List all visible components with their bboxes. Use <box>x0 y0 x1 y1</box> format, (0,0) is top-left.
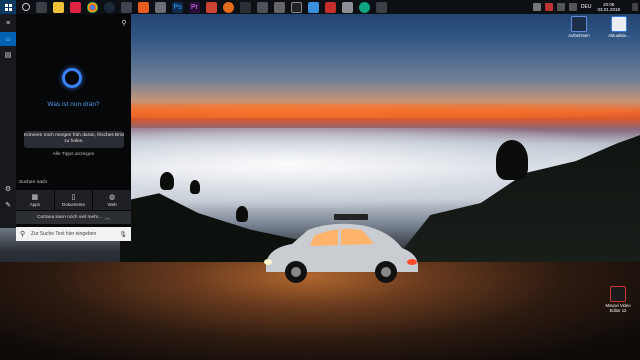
filter-label: Apps <box>29 202 40 207</box>
search-input[interactable] <box>28 231 120 237</box>
terminal-icon[interactable] <box>240 1 251 13</box>
capture-icon[interactable] <box>291 1 302 13</box>
app-icon[interactable] <box>325 1 336 13</box>
controller-icon[interactable] <box>274 1 285 13</box>
notification-icon[interactable] <box>632 3 638 11</box>
windows-icon <box>4 3 12 11</box>
feedback-icon[interactable]: ✎ <box>0 198 16 212</box>
filter-label: Dokumente <box>62 202 86 207</box>
search-icon: ⚲ <box>20 231 26 238</box>
start-button[interactable] <box>0 0 16 14</box>
cortana-search-icon[interactable] <box>22 3 30 11</box>
filter-apps[interactable]: ▦ Apps <box>16 190 54 210</box>
tree <box>496 140 528 180</box>
desktop-icon-aufnehmen[interactable]: Aufnehmen <box>566 16 592 38</box>
more-label: Cortana kann noch viel mehr... <box>37 215 103 220</box>
network-icon[interactable] <box>556 3 565 11</box>
recorder-icon <box>571 16 587 32</box>
tray-icon[interactable] <box>532 3 541 11</box>
vw-beetle-car <box>264 214 418 283</box>
monitor-icon[interactable] <box>121 1 132 13</box>
game-icon[interactable] <box>257 1 268 13</box>
desktop-icon-update[interactable]: Aktualisie... <box>606 16 632 38</box>
language-indicator[interactable]: DEU <box>581 4 592 10</box>
steam-icon[interactable] <box>104 1 115 13</box>
all-tips-link[interactable]: Alle Tipps anzeigen <box>16 152 131 157</box>
notebook-icon[interactable]: ▤ <box>0 48 16 62</box>
app-icon[interactable] <box>376 1 387 13</box>
audio-icon[interactable] <box>155 1 166 13</box>
search-box: ⚲ 🎙 <box>16 227 131 241</box>
settings-icon[interactable] <box>308 1 319 13</box>
reminder-suggestion[interactable]: Erinnere mich morgen früh daran, frische… <box>24 131 124 148</box>
browser-icon[interactable] <box>223 1 234 13</box>
photoshop-icon[interactable]: Ps <box>172 1 183 13</box>
desktop-icon-label: Aktualisie... <box>608 33 630 38</box>
filter-documents[interactable]: ▯ Dokumente <box>54 190 93 210</box>
tree <box>190 180 200 194</box>
globe-icon: ◍ <box>109 194 116 201</box>
tree <box>236 206 248 222</box>
cortana-more-button[interactable]: Cortana kann noch viel mehr... ︿ <box>16 211 131 224</box>
filter-label: Web <box>107 202 117 207</box>
cortana-panel: ≡ ⌂ ▤ ⚙ ✎ ⚲ Was ist nun dran? Erinnere m… <box>0 14 132 241</box>
movavi-icon <box>610 286 626 302</box>
app-icon[interactable] <box>342 1 353 13</box>
filter-web[interactable]: ◍ Web <box>93 190 132 210</box>
apps-icon: ▦ <box>31 194 39 201</box>
system-tray: DEU 20:05 03.01.2018 <box>532 0 640 14</box>
desktop-icon-label: Aufnehmen <box>568 33 590 38</box>
cortana-heading: Was ist nun dran? <box>47 101 100 108</box>
pin-icon[interactable]: ⚲ <box>116 16 132 30</box>
hamburger-menu-icon[interactable]: ≡ <box>0 16 16 30</box>
video-editor-icon[interactable] <box>206 1 217 13</box>
clock[interactable]: 20:05 03.01.2018 <box>597 2 620 13</box>
chevron-up-icon: ︿ <box>105 216 110 221</box>
media-player-icon[interactable] <box>70 1 81 13</box>
volume-icon[interactable] <box>568 3 577 11</box>
desktop-icon-movavi[interactable]: Movavi Video Editor 12 <box>600 286 636 313</box>
search-in-label: Suchen nach <box>19 180 48 185</box>
tree <box>160 172 174 190</box>
taskbar: Ps Pr DEU 20:05 03.01.2018 <box>0 0 640 14</box>
clock-date: 03.01.2018 <box>597 7 620 12</box>
recorder-app-icon[interactable] <box>138 1 149 13</box>
cortana-ring-icon <box>62 68 82 88</box>
app-icon[interactable] <box>359 1 370 13</box>
task-view-icon[interactable] <box>36 1 47 13</box>
settings-gear-icon[interactable]: ⚙ <box>0 182 16 196</box>
premiere-icon[interactable]: Pr <box>189 1 200 13</box>
update-icon <box>611 16 627 32</box>
microphone-icon[interactable]: 🎙 <box>119 231 127 238</box>
cortana-nav-rail: ≡ ⌂ ▤ ⚙ ✎ <box>0 14 16 228</box>
file-explorer-icon[interactable] <box>53 1 64 13</box>
search-filters: ▦ Apps ▯ Dokumente ◍ Web <box>16 190 132 210</box>
tray-icon[interactable] <box>544 3 553 11</box>
desktop-icon-label: Movavi Video Editor 12 <box>605 303 631 313</box>
home-icon[interactable]: ⌂ <box>0 32 16 46</box>
document-icon: ▯ <box>71 194 76 201</box>
chrome-icon[interactable] <box>87 1 98 13</box>
